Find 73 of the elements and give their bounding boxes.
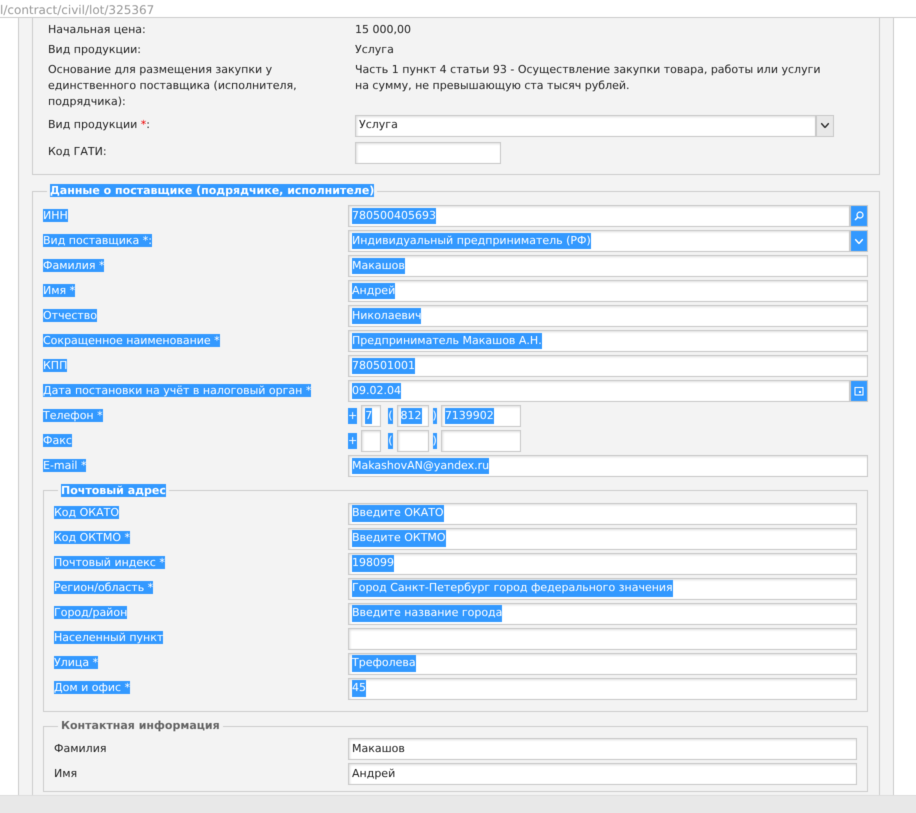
input-field[interactable]: Макашов [348, 738, 857, 760]
field-label: Почтовый индекс * [54, 556, 165, 570]
field-label: Имя * [43, 284, 76, 297]
field-label: Регион/область * [54, 581, 154, 594]
parenthesis: ) [432, 408, 437, 424]
calendar-button[interactable] [850, 380, 868, 402]
field-value: Услуга [355, 43, 394, 56]
plus-sign: + [348, 432, 358, 450]
dropdown-button[interactable] [816, 114, 834, 136]
input-field[interactable]: Введите название города [348, 602, 857, 624]
input-field[interactable]: Макашов [348, 255, 868, 277]
field-label: Фамилия * [43, 258, 104, 272]
field-label: Вид продукции *: [48, 118, 150, 132]
field-value: Часть 1 пункт 4 статьи 93 - Осуществление закупки товара, работы или услуги на сумму, не превышающую ста тысяч рублей. [355, 63, 821, 92]
field-label: Начальная цена: [48, 23, 146, 36]
input-field[interactable]: 7139902 [440, 405, 521, 427]
section-title: Почтовый адрес [61, 484, 166, 496]
section-title: Контактная информация [61, 719, 220, 732]
input-field[interactable]: 7 [361, 405, 382, 427]
caret-icon [855, 238, 863, 244]
date-field[interactable]: 09.02.04 [348, 380, 850, 402]
input-field[interactable] [396, 430, 429, 452]
field-label: E-mail * [43, 458, 86, 472]
input-field[interactable] [348, 628, 857, 650]
input-field[interactable]: 780500405693 [348, 205, 850, 227]
search-button[interactable] [850, 205, 868, 227]
field-label: Имя [54, 766, 78, 780]
field-label: Вид поставщика *: [43, 234, 152, 247]
field-label: Фамилия [54, 742, 106, 755]
dropdown-field[interactable]: Услуга [355, 114, 816, 136]
input-field[interactable]: Введите ОКАТО [348, 502, 857, 524]
parenthesis: ( [388, 408, 393, 424]
field-label: Код ОКТМО * [54, 531, 130, 544]
input-field[interactable] [440, 430, 521, 452]
input-field[interactable]: 45 [348, 678, 857, 700]
field-label: Отчество [43, 308, 98, 322]
input-field[interactable]: Предприниматель Макашов А.Н. [348, 330, 868, 352]
input-field[interactable]: 812 [396, 405, 429, 427]
plus-sign: + [348, 408, 358, 424]
field-label: Дом и офис * [54, 681, 130, 694]
field-label: Телефон * [43, 408, 103, 422]
field-label: Дата постановки на учёт в налоговый орган * [43, 384, 312, 397]
input-field[interactable]: MakashovAN@yandex.ru [348, 455, 868, 477]
input-field[interactable]: 198099 [348, 552, 857, 574]
input-field[interactable]: Город Санкт-Петербург город федерального значения [348, 578, 857, 600]
field-label: Основание для размещения закупки у единственного поставщика (исполнителя, подрядчика): [48, 63, 297, 108]
input-field[interactable] [361, 430, 382, 452]
field-label: Код ОКАТО [54, 506, 120, 520]
field-label: Сокращенное наименование * [43, 334, 220, 347]
input-field[interactable]: Андрей [348, 280, 868, 302]
parenthesis: ( [388, 432, 393, 450]
field-label: Улица * [54, 656, 98, 670]
caret-icon [821, 123, 829, 128]
parenthesis: ) [432, 432, 437, 450]
input-field[interactable]: Трефолева [348, 652, 857, 674]
field-value: 15 000,00 [355, 23, 411, 36]
field-label: Вид продукции: [48, 43, 141, 56]
input-field[interactable]: Введите ОКТМО [348, 528, 857, 550]
address-bar-url[interactable]: l/contract/civil/lot/325367 [0, 3, 154, 17]
field-label: Населенный пункт [54, 631, 164, 644]
field-label: Факс [43, 434, 72, 447]
section-title: Данные о поставщике (подрядчике, исполнителе) [50, 184, 374, 197]
search-icon [854, 211, 864, 221]
input-field[interactable]: Андрей [348, 763, 857, 785]
field-label: КПП [43, 358, 68, 372]
field-label: Город/район [54, 606, 128, 620]
input-field[interactable] [355, 142, 501, 164]
dropdown-field[interactable]: Индивидуальный предприниматель (РФ) [348, 230, 850, 252]
field-label: Код ГАТИ: [48, 145, 107, 158]
input-field[interactable]: Николаевич [348, 305, 868, 327]
input-field[interactable]: 780501001 [348, 355, 868, 377]
calendar-icon [854, 386, 864, 396]
field-label: ИНН [43, 208, 68, 222]
